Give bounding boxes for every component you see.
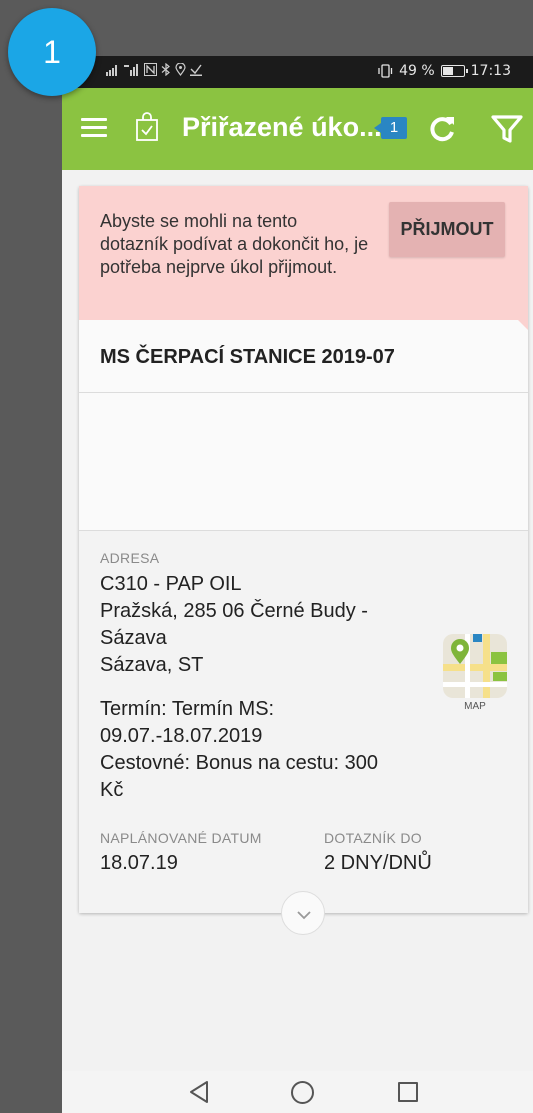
refresh-icon[interactable]	[424, 110, 460, 146]
alert-fold	[518, 320, 528, 330]
planned-date-label: NAPLÁNOVANÉ DATUM	[100, 830, 262, 846]
planned-date-value: 18.07.19	[100, 852, 178, 874]
screenshot-margin-left	[0, 0, 62, 1113]
expand-button[interactable]	[281, 891, 325, 935]
screen-title: Přiřazené úko...	[182, 112, 382, 142]
info-lines: Termín: Termín MS: 09.07.-18.07.2019 Ces…	[100, 696, 420, 804]
filter-icon[interactable]	[490, 112, 524, 146]
chevron-down-icon	[297, 911, 311, 920]
map-label: MAP	[464, 701, 486, 712]
app-bar: Přiřazené úko... 1	[62, 88, 533, 170]
divider	[79, 392, 528, 393]
battery-percent: 49 %	[399, 63, 435, 79]
battery-icon	[440, 65, 468, 77]
address-section: ADRESA C310 - PAP OIL Pražská, 285 06 Če…	[79, 531, 528, 811]
planned-date-block: NAPLÁNOVANÉ DATUM 18.07.19	[100, 830, 262, 875]
info-line: Kč	[100, 779, 124, 801]
accept-alert: Abyste se mohli na tento dotazník podíva…	[79, 186, 528, 320]
phone-screen: 49 % 17:13 Přiřazené úko... 1 Abyste se …	[62, 56, 533, 1113]
hamburger-menu-icon[interactable]	[81, 118, 107, 138]
address-label: ADRESA	[100, 550, 160, 566]
address-line: Pražská, 285 06 Černé Budy -	[100, 600, 368, 622]
battery-level	[442, 67, 454, 75]
vibrate-icon	[378, 64, 393, 78]
task-card[interactable]: Abyste se mohli na tento dotazník podíva…	[79, 186, 528, 913]
info-line: Cestovné: Bonus na cestu: 300	[100, 752, 378, 774]
questionnaire-due-label: DOTAZNÍK DO	[324, 830, 422, 846]
questionnaire-due-value: 2 DNY/DNŮ	[324, 852, 432, 874]
address-line: Sázava, ST	[100, 654, 204, 676]
info-line: 09.07.-18.07.2019	[100, 725, 263, 747]
status-bar: 49 % 17:13	[62, 56, 533, 88]
clock: 17:13	[470, 63, 511, 79]
shopping-bag-icon	[136, 112, 158, 141]
questionnaire-due-block: DOTAZNÍK DO 2 DNY/DNŮ	[324, 830, 432, 875]
task-count-badge: 1	[374, 117, 407, 139]
map-icon[interactable]	[443, 634, 507, 698]
back-icon[interactable]	[188, 1080, 210, 1104]
task-title: MS ČERPACÍ STANICE 2019-07	[100, 346, 395, 368]
address-line: Sázava	[100, 627, 167, 649]
recent-apps-icon[interactable]	[398, 1082, 418, 1102]
download-icon	[190, 64, 202, 76]
alert-message: Abyste se mohli na tento dotazník podíva…	[100, 211, 369, 277]
address-lines: C310 - PAP OIL Pražská, 285 06 Černé Bud…	[100, 571, 420, 679]
address-line: C310 - PAP OIL	[100, 573, 242, 595]
step-number-badge: 1	[8, 8, 96, 96]
navigation-bar	[62, 1071, 533, 1113]
accept-button[interactable]: PŘIJMOUT	[389, 202, 505, 257]
status-icons	[106, 63, 202, 76]
home-icon[interactable]	[291, 1081, 314, 1104]
bluetooth-icon	[161, 63, 170, 76]
lte-icon	[124, 63, 138, 76]
location-icon	[175, 63, 186, 76]
nfc-icon	[144, 63, 157, 76]
info-line: Termín: Termín MS:	[100, 698, 275, 720]
signal-icon	[106, 64, 117, 76]
status-right: 49 % 17:13	[377, 63, 511, 79]
